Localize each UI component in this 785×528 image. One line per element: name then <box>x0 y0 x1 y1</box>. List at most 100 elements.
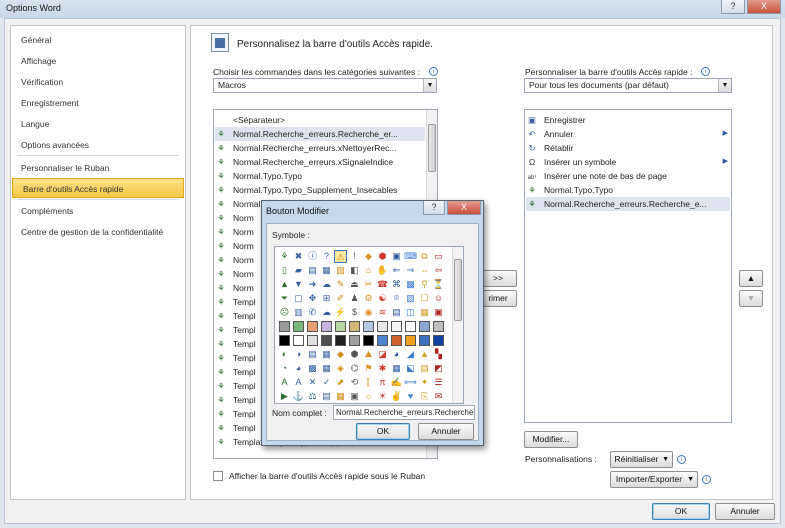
symbol-cell[interactable]: ▤ <box>390 306 403 319</box>
symbol-swatch[interactable] <box>321 335 332 346</box>
help-button[interactable]: ? <box>721 0 745 14</box>
symbol-cell[interactable]: ▲ <box>278 278 291 291</box>
symbol-cell[interactable]: ⇦ <box>432 264 445 277</box>
nav-addins[interactable]: Compléments <box>11 201 185 221</box>
toolbar-list-item[interactable]: ▣ Enregistrer <box>526 113 730 127</box>
symbol-cell[interactable]: ? <box>320 250 333 263</box>
symbol-cell[interactable]: ♟ <box>348 292 361 305</box>
symbol-cell[interactable]: ◑ <box>292 348 305 361</box>
symbol-cell[interactable]: ✉ <box>432 390 445 403</box>
ok-button[interactable]: OK <box>652 503 710 520</box>
symbol-cell[interactable]: ⚙ <box>362 292 375 305</box>
nav-customize-ribbon[interactable]: Personnaliser le Ruban <box>11 158 185 178</box>
symbol-swatch[interactable] <box>391 321 402 332</box>
symbol-cell[interactable]: ⚓ <box>292 390 305 403</box>
symbol-swatch[interactable] <box>349 321 360 332</box>
symbol-cell[interactable]: ⌬ <box>348 362 361 375</box>
symbol-cell[interactable]: ⚲ <box>418 278 431 291</box>
nav-trust-center[interactable]: Centre de gestion de la confidentialité <box>11 222 185 242</box>
symbol-cell[interactable]: ⚘ <box>278 250 291 263</box>
symbol-cell[interactable]: ▣ <box>390 250 403 263</box>
symbol-cell[interactable]: ▧ <box>404 292 417 305</box>
symbol-cell[interactable]: ⌨ <box>404 250 417 263</box>
command-list-item[interactable]: <Séparateur> <box>215 113 425 127</box>
toolbar-list-item[interactable]: ab¹ Insérer une note de bas de page <box>526 169 730 183</box>
toolbar-list-item[interactable]: Ω Insérer un symbole ▶ <box>526 155 730 169</box>
symbol-cell[interactable]: ✓ <box>320 376 333 389</box>
symbol-cell[interactable]: ▤ <box>418 362 431 375</box>
symbol-cell[interactable]: ☹ <box>278 306 291 319</box>
command-list-item[interactable]: ⚘ Normal.Recherche_erreurs.Recherche_er..… <box>215 127 425 141</box>
symbol-cell[interactable]: ▭ <box>432 250 445 263</box>
toolbar-list-item[interactable]: ⚘ Normal.Typo.Typo <box>526 183 730 197</box>
cancel-button[interactable]: Annuler <box>715 503 775 520</box>
import-export-button[interactable]: Importer/Exporter ▼ <box>610 471 698 488</box>
symbol-cell[interactable]: ▦ <box>390 362 403 375</box>
symbol-swatch[interactable] <box>307 335 318 346</box>
symbol-cell[interactable]: ✆ <box>306 306 319 319</box>
symbol-swatch[interactable] <box>335 321 346 332</box>
symbol-cell[interactable]: ▚ <box>432 348 445 361</box>
symbol-cell[interactable]: ◧ <box>348 264 361 277</box>
symbol-cell[interactable]: ✕ <box>306 376 319 389</box>
toolbar-list-item[interactable]: ⚘ Normal.Recherche_erreurs.Recherche_e... <box>526 197 730 211</box>
symbol-cell[interactable]: ◢ <box>404 348 417 361</box>
symbol-cell[interactable]: ☰ <box>432 376 445 389</box>
dialog-ok-button[interactable]: OK <box>356 423 410 440</box>
symbol-cell[interactable]: ☐ <box>418 292 431 305</box>
symbol-cell[interactable]: ⏳ <box>432 278 445 291</box>
symbol-cell[interactable]: ▤ <box>306 264 319 277</box>
symbol-swatch[interactable] <box>377 321 388 332</box>
symbol-cell[interactable]: ▶ <box>278 390 291 403</box>
dialog-cancel-button[interactable]: Annuler <box>418 423 474 440</box>
symbol-cell[interactable]: ✍ <box>390 376 403 389</box>
symbol-cell[interactable]: ◆ <box>362 250 375 263</box>
symbol-swatch[interactable] <box>363 335 374 346</box>
symbol-swatch[interactable] <box>405 321 416 332</box>
nav-save[interactable]: Enregistrement <box>11 93 185 113</box>
symbol-cell[interactable]: ✱ <box>376 362 389 375</box>
symbol-cell[interactable]: ≋ <box>376 306 389 319</box>
symbol-cell[interactable]: ▣ <box>348 390 361 403</box>
symbol-cell[interactable]: ⛰ <box>362 348 375 361</box>
symbol-swatch[interactable] <box>349 335 360 346</box>
symbol-cell[interactable]: ◪ <box>376 348 389 361</box>
toolbar-list-item[interactable]: ↶ Annuler ▶ <box>526 127 730 141</box>
symbol-cell[interactable]: ✖ <box>292 250 305 263</box>
close-button[interactable]: X <box>747 0 781 14</box>
symbol-cell[interactable]: ▯ <box>278 264 291 277</box>
nav-language[interactable]: Langue <box>11 114 185 134</box>
symbol-cell[interactable]: ⧉ <box>418 250 431 263</box>
symbol-swatch[interactable] <box>433 335 444 346</box>
nav-display[interactable]: Affichage <box>11 51 185 71</box>
symbol-cell[interactable]: ⟲ <box>348 376 361 389</box>
symbol-cell[interactable]: ◐ <box>278 348 291 361</box>
symbol-cell[interactable]: ⬢ <box>376 250 389 263</box>
symbol-cell[interactable]: ☺ <box>432 292 445 305</box>
symbol-cell[interactable]: ✌ <box>390 390 403 403</box>
symbol-cell[interactable]: ▼ <box>292 278 305 291</box>
move-up-button[interactable]: ▲ <box>739 270 763 287</box>
symbol-cell[interactable]: ✂ <box>362 278 375 291</box>
symbol-cell[interactable]: ◉ <box>362 306 375 319</box>
symbol-cell[interactable]: A <box>292 376 305 389</box>
symbol-cell[interactable]: A <box>278 376 291 389</box>
symbol-cell[interactable]: ⎘ <box>418 390 431 403</box>
symbol-swatch[interactable] <box>419 321 430 332</box>
command-list-item[interactable]: ⚘ Normal.Recherche_erreurs.xSignaleIndice <box>215 155 425 169</box>
symbol-cell[interactable]: ! <box>348 250 361 263</box>
symbol-cell[interactable]: ▩ <box>404 278 417 291</box>
symbol-cell[interactable]: ◫ <box>404 306 417 319</box>
symbol-cell[interactable]: ⓘ <box>306 250 319 263</box>
symbol-swatch[interactable] <box>433 321 444 332</box>
symbol-cell[interactable]: ⟦ <box>362 376 375 389</box>
add-button[interactable]: >> <box>479 270 517 287</box>
symbol-cell[interactable]: ◩ <box>432 362 445 375</box>
symbol-cell[interactable]: ▨ <box>334 264 347 277</box>
symbol-swatch[interactable] <box>363 321 374 332</box>
show-below-ribbon-checkbox[interactable] <box>213 471 223 481</box>
symbol-cell[interactable]: ▢ <box>292 292 305 305</box>
remove-button[interactable]: rimer <box>479 290 517 307</box>
symbol-cell[interactable]: ◔ <box>278 362 291 375</box>
symbol-cell[interactable]: ⏷ <box>278 292 291 305</box>
